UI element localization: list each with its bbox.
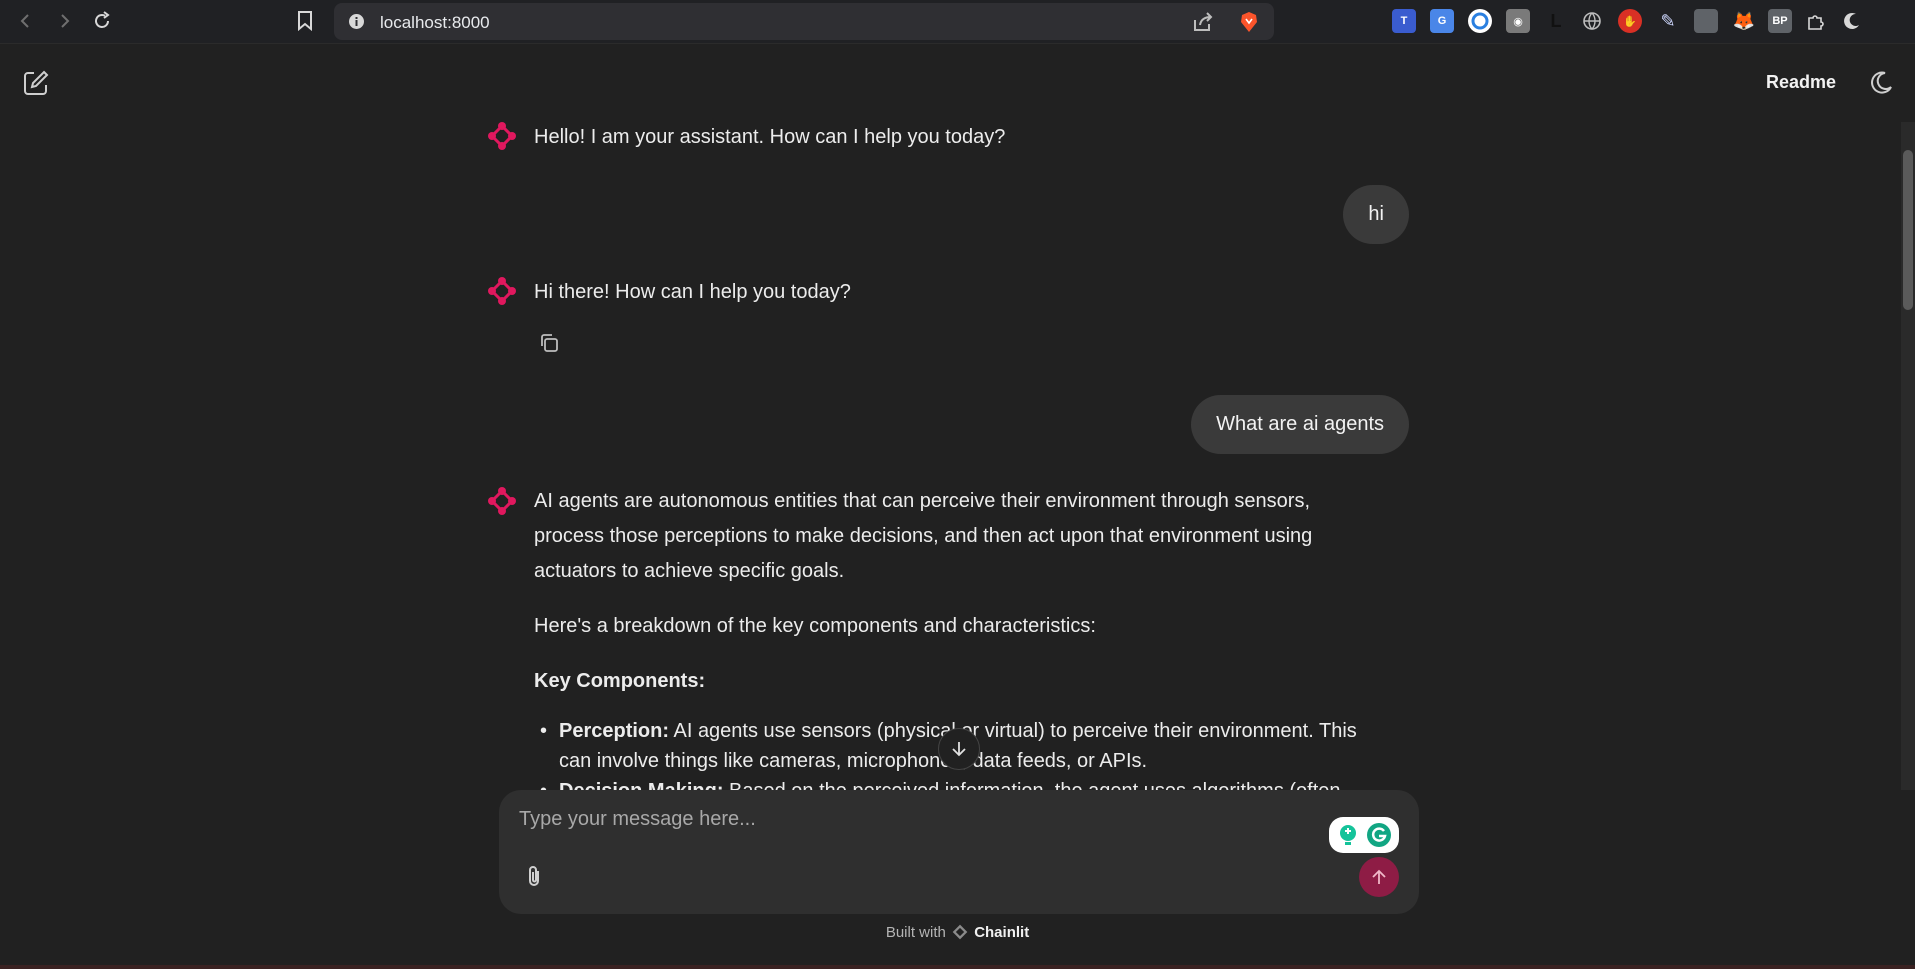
window-bottom-edge [0, 965, 1915, 969]
scrollbar-thumb[interactable] [1903, 150, 1913, 310]
paperclip-icon[interactable] [521, 864, 549, 892]
chainlit-logo-icon [952, 924, 968, 940]
user-message: What are ai agents [1191, 395, 1409, 454]
extension-moon-icon[interactable] [1840, 9, 1864, 33]
message-input[interactable] [519, 808, 1299, 831]
chainlit-logo-icon [488, 122, 516, 150]
extension-google-translate-icon[interactable]: G [1430, 9, 1454, 33]
send-button[interactable] [1359, 857, 1399, 897]
readme-button[interactable]: Readme [1766, 72, 1836, 93]
list-item: Decision Making: Based on the perceived … [534, 776, 1414, 790]
extension-fox-icon[interactable]: 🦊 [1732, 9, 1756, 33]
list-item-term: Decision Making: [559, 780, 723, 790]
paragraph-line: actuators to achieve specific goals. [534, 560, 845, 582]
grammarly-suggest-icon[interactable] [1336, 823, 1360, 847]
assistant-message-paragraph: AI agents are autonomous entities that c… [534, 484, 1414, 589]
chainlit-logo-icon [488, 277, 516, 305]
brave-icon[interactable] [1238, 11, 1260, 38]
list-item-term: Perception: [559, 720, 670, 742]
browser-toolbar: localhost:8000 T G ◉ L ✋ ✎ 🦊 BP [0, 0, 1915, 44]
list-item-text: AI agents use sensors (physical or virtu… [669, 720, 1357, 742]
extension-swirl-icon[interactable] [1468, 9, 1492, 33]
new-chat-icon[interactable] [22, 69, 52, 99]
arrow-down-icon [952, 742, 966, 757]
paragraph-line: process those perceptions to make decisi… [534, 525, 1313, 547]
list-item-text: can involve things like cameras, microph… [559, 750, 1148, 772]
share-icon[interactable] [1192, 11, 1214, 38]
list-item-text: Based on the perceived information, the … [723, 780, 1340, 790]
scrollbar[interactable] [1901, 122, 1915, 790]
extensions-puzzle-icon[interactable] [1804, 9, 1828, 33]
section-heading: Key Components: [534, 670, 706, 692]
arrow-up-icon [1372, 869, 1386, 884]
user-message: hi [1343, 185, 1409, 244]
assistant-message: Hello! I am your assistant. How can I he… [534, 126, 1006, 148]
extension-camera-icon[interactable]: ◉ [1506, 9, 1530, 33]
grammarly-widget[interactable] [1329, 817, 1399, 853]
extension-l-icon[interactable]: L [1544, 9, 1568, 33]
assistant-message: Hi there! How can I help you today? [534, 281, 851, 303]
footer: Built with Chainlit [0, 924, 1915, 941]
chainlit-brand[interactable]: Chainlit [974, 924, 1029, 941]
extension-translate-icon[interactable]: T [1392, 9, 1416, 33]
bookmark-icon[interactable] [291, 7, 319, 35]
extension-window-icon[interactable] [1694, 9, 1718, 33]
info-icon[interactable] [348, 13, 365, 35]
url-text: localhost:8000 [380, 13, 490, 32]
scroll-to-bottom-button[interactable] [938, 728, 980, 770]
moon-icon[interactable] [1868, 70, 1896, 98]
reload-icon[interactable] [88, 7, 116, 35]
chainlit-logo-icon [488, 487, 516, 515]
assistant-message-paragraph: Here's a breakdown of the key components… [534, 615, 1096, 637]
grammarly-icon[interactable] [1366, 822, 1392, 848]
address-bar[interactable]: localhost:8000 [334, 3, 1274, 40]
extension-globe-icon[interactable] [1580, 9, 1604, 33]
built-with-label: Built with [885, 924, 946, 941]
copy-icon[interactable] [538, 332, 560, 354]
paragraph-line: AI agents are autonomous entities that c… [534, 490, 1311, 512]
back-icon[interactable] [12, 7, 40, 35]
extension-stop-icon[interactable]: ✋ [1618, 9, 1642, 33]
extension-bp-icon[interactable]: BP [1768, 9, 1792, 33]
message-composer [499, 790, 1419, 914]
forward-icon[interactable] [50, 7, 78, 35]
extension-picker-icon[interactable]: ✎ [1656, 9, 1680, 33]
message-list: Hello! I am your assistant. How can I he… [0, 100, 1915, 790]
